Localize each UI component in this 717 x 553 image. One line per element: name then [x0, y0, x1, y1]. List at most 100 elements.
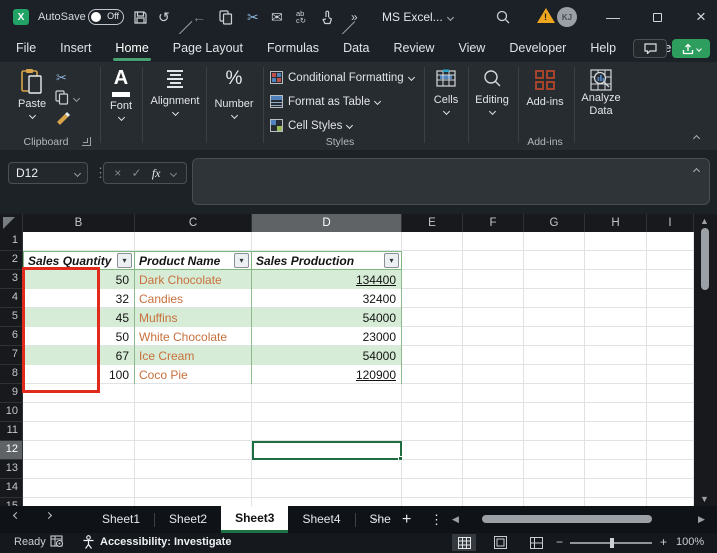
row-header-3[interactable]: 3: [0, 270, 23, 289]
more-sheets-icon[interactable]: ⋯: [372, 512, 385, 528]
sheet-tab-sheet4[interactable]: Sheet4: [288, 506, 354, 533]
normal-view-button[interactable]: [452, 534, 476, 551]
confirm-entry-button[interactable]: ✓: [132, 166, 142, 180]
column-header-E[interactable]: E: [402, 214, 463, 232]
collapse-ribbon-icon[interactable]: [693, 135, 700, 142]
production-cell[interactable]: 120900: [252, 365, 402, 384]
product-name-cell[interactable]: White Chocolate: [135, 327, 252, 346]
cut-button[interactable]: ✂: [56, 70, 67, 86]
tab-help[interactable]: Help: [590, 41, 616, 55]
fill-handle[interactable]: [398, 456, 403, 461]
formula-input[interactable]: [192, 158, 710, 205]
fx-chevron-icon[interactable]: [170, 169, 177, 176]
cancel-entry-button[interactable]: ×: [114, 166, 121, 180]
comments-button[interactable]: [633, 39, 667, 58]
close-button[interactable]: ×: [686, 0, 716, 34]
share-button[interactable]: [672, 39, 710, 58]
row-header-5[interactable]: 5: [0, 308, 23, 327]
alignment-group-button[interactable]: Alignment: [146, 70, 204, 115]
analyze-data-button[interactable]: Analyze Data: [576, 69, 626, 117]
production-cell[interactable]: 32400: [252, 289, 402, 308]
font-group-button[interactable]: A Font: [104, 68, 138, 120]
tab-file[interactable]: File: [16, 41, 36, 55]
tab-review[interactable]: Review: [393, 41, 434, 55]
name-box[interactable]: D12: [8, 162, 88, 184]
sheet-tab-sheet3[interactable]: Sheet3: [221, 506, 288, 533]
production-cell[interactable]: 54000: [252, 308, 402, 327]
row-header-1[interactable]: 1: [0, 232, 23, 251]
row-header-11[interactable]: 11: [0, 422, 23, 441]
tab-formulas[interactable]: Formulas: [267, 41, 319, 55]
user-avatar[interactable]: KJ: [557, 7, 577, 27]
insert-function-button[interactable]: fx: [152, 166, 161, 181]
vertical-scroll-thumb[interactable]: [701, 228, 709, 290]
search-icon[interactable]: [495, 0, 511, 34]
product-name-cell[interactable]: Dark Chocolate: [135, 270, 252, 289]
accessibility-status[interactable]: Accessibility: Investigate: [100, 536, 231, 548]
copy-chevron-icon[interactable]: [73, 95, 80, 102]
tab-insert[interactable]: Insert: [60, 41, 91, 55]
tab-developer[interactable]: Developer: [509, 41, 566, 55]
number-group-button[interactable]: % Number: [208, 69, 260, 118]
h-scroll-right-icon[interactable]: ▶: [698, 514, 705, 525]
column-header-B[interactable]: B: [23, 214, 135, 232]
filter-dropdown-icon[interactable]: ▾: [384, 253, 399, 268]
page-layout-view-button[interactable]: [488, 534, 512, 551]
production-cell[interactable]: 134400: [252, 270, 402, 289]
zoom-slider[interactable]: [570, 542, 652, 544]
row-header-9[interactable]: 9: [0, 384, 23, 403]
column-header-F[interactable]: F: [463, 214, 524, 232]
row-header-2[interactable]: 2: [0, 251, 23, 270]
editing-group-button[interactable]: Editing: [470, 69, 514, 114]
column-header-I[interactable]: I: [647, 214, 694, 232]
column-header-H[interactable]: H: [585, 214, 647, 232]
collapse-formula-bar-icon[interactable]: [693, 168, 700, 175]
tab-home[interactable]: Home: [115, 41, 148, 55]
sheet-tab-sheet2[interactable]: Sheet2: [155, 506, 221, 533]
title-chevron-icon[interactable]: [447, 14, 454, 21]
product-name-cell[interactable]: Coco Pie: [135, 365, 252, 384]
email-icon[interactable]: ✉: [271, 0, 283, 34]
row-header-13[interactable]: 13: [0, 460, 23, 479]
save-icon[interactable]: [133, 0, 148, 34]
maximize-button[interactable]: [642, 0, 672, 34]
selected-cell-outline[interactable]: [252, 441, 402, 460]
autosave-toggle[interactable]: Off: [88, 9, 124, 25]
row-header-4[interactable]: 4: [0, 289, 23, 308]
undo-icon[interactable]: ↺: [158, 0, 170, 34]
row-header-12[interactable]: 12: [0, 441, 23, 460]
format-as-table-button[interactable]: Format as Table: [270, 95, 380, 108]
product-name-cell[interactable]: Ice Cream: [135, 346, 252, 365]
production-cell[interactable]: 23000: [252, 327, 402, 346]
row-header-8[interactable]: 8: [0, 365, 23, 384]
warning-icon[interactable]: !: [537, 8, 555, 23]
zoom-in-button[interactable]: +: [660, 535, 667, 549]
select-all-corner[interactable]: [0, 214, 23, 232]
product-name-cell[interactable]: Candies: [135, 289, 252, 308]
cut-icon[interactable]: ✂: [247, 0, 259, 34]
more-commands-icon[interactable]: »: [351, 0, 358, 34]
page-break-view-button[interactable]: [524, 534, 548, 551]
row-header-6[interactable]: 6: [0, 327, 23, 346]
column-header-C[interactable]: C: [135, 214, 252, 232]
scroll-down-icon[interactable]: ▼: [700, 494, 709, 504]
scroll-up-icon[interactable]: ▲: [700, 216, 709, 226]
macro-record-icon[interactable]: [50, 535, 64, 551]
zoom-out-button[interactable]: −: [556, 535, 563, 549]
back-icon[interactable]: ←: [192, 0, 206, 34]
sheet-tab-sheet1[interactable]: Sheet1: [88, 506, 154, 533]
format-painter-button[interactable]: [55, 112, 72, 133]
row-header-10[interactable]: 10: [0, 403, 23, 422]
touch-mode-icon[interactable]: [320, 0, 334, 34]
cell-styles-button[interactable]: Cell Styles: [270, 119, 352, 132]
vertical-scrollbar[interactable]: ▲ ▼: [694, 214, 717, 506]
tab-options-icon[interactable]: ⋮: [430, 512, 443, 528]
horizontal-scrollbar[interactable]: [470, 515, 692, 524]
tab-view[interactable]: View: [458, 41, 485, 55]
minimize-button[interactable]: —: [598, 0, 628, 34]
row-header-7[interactable]: 7: [0, 346, 23, 365]
tab-data[interactable]: Data: [343, 41, 369, 55]
filter-dropdown-icon[interactable]: ▾: [234, 253, 249, 268]
row-header-14[interactable]: 14: [0, 479, 23, 498]
copy-icon[interactable]: [219, 0, 233, 34]
